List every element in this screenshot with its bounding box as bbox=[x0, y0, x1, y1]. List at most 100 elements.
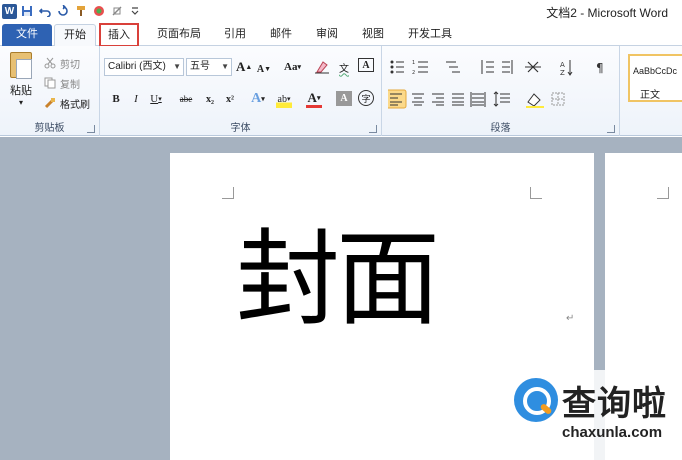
font-color-button[interactable]: A ▾ bbox=[306, 90, 322, 108]
increase-indent-icon[interactable] bbox=[502, 60, 513, 74]
clipboard-launcher-icon[interactable] bbox=[87, 125, 95, 133]
italic-icon: I bbox=[134, 93, 138, 105]
format-painter-button[interactable]: 格式刷 bbox=[44, 94, 90, 112]
grow-font-button[interactable]: A ▲ bbox=[236, 58, 252, 76]
char-border-icon: A bbox=[362, 59, 370, 71]
word-logo-icon[interactable]: W bbox=[2, 3, 17, 19]
char-shading-icon: A bbox=[340, 93, 348, 104]
superscript-icon: x² bbox=[226, 93, 234, 105]
svg-text:2: 2 bbox=[412, 70, 415, 76]
clipboard-group-label: 剪贴板 bbox=[34, 123, 65, 134]
align-left-icon[interactable] bbox=[388, 89, 407, 109]
align-right-icon[interactable] bbox=[432, 93, 444, 106]
customize-icon[interactable] bbox=[127, 3, 143, 19]
font-launcher-icon[interactable] bbox=[369, 125, 377, 133]
grow-font-icon: A bbox=[236, 59, 246, 74]
show-marks-icon[interactable]: ¶ bbox=[596, 61, 604, 75]
cut-button[interactable]: 剪切 bbox=[44, 54, 80, 72]
char-border-button[interactable]: A bbox=[358, 58, 374, 72]
chinese-layout-icon[interactable] bbox=[525, 61, 541, 73]
tab-review[interactable]: 审阅 bbox=[310, 24, 344, 46]
enclose-char-button[interactable]: 字 bbox=[358, 90, 374, 106]
paste-label: 粘贴 bbox=[10, 84, 32, 97]
borders-icon[interactable] bbox=[551, 92, 565, 106]
watermark-site: chaxunla.com bbox=[562, 424, 663, 441]
undo-icon[interactable] bbox=[37, 3, 53, 19]
paste-dropdown-icon[interactable]: ▾ bbox=[6, 98, 36, 107]
superscript-button[interactable]: x² bbox=[222, 90, 238, 108]
bold-button[interactable]: B bbox=[108, 90, 124, 108]
phonetic-guide-button[interactable]: 文 bbox=[336, 58, 352, 76]
clear-icon[interactable] bbox=[109, 3, 125, 19]
font-name-value: Calibri (西文) bbox=[108, 61, 166, 72]
enclose-char-icon: 字 bbox=[361, 94, 371, 105]
crop-mark bbox=[222, 187, 234, 199]
paragraph-mark: ↵ bbox=[566, 313, 575, 324]
clear-format-button[interactable] bbox=[314, 58, 330, 76]
bold-icon: B bbox=[112, 93, 120, 105]
justify-icon[interactable] bbox=[452, 93, 464, 106]
quick-access-toolbar: W bbox=[2, 2, 143, 20]
bullets-icon[interactable] bbox=[390, 60, 405, 74]
chevron-down-icon: ▼ bbox=[173, 62, 181, 71]
save-icon[interactable] bbox=[19, 3, 35, 19]
paragraph-group-label: 段落 bbox=[490, 123, 511, 134]
tab-home[interactable]: 开始 bbox=[54, 24, 96, 46]
paste-icon bbox=[10, 52, 32, 79]
tab-insert[interactable]: 插入 bbox=[99, 23, 139, 47]
tab-page-layout[interactable]: 页面布局 bbox=[150, 24, 208, 46]
text-effects-button[interactable]: A ▾ bbox=[250, 90, 266, 108]
scissors-icon bbox=[44, 57, 56, 69]
line-spacing-icon[interactable] bbox=[493, 91, 510, 107]
strikethrough-icon: abe bbox=[179, 94, 193, 104]
font-size-combo[interactable]: 五号 ▼ bbox=[186, 58, 232, 76]
paste-button[interactable]: 粘贴 ▾ bbox=[6, 52, 36, 107]
numbering-icon[interactable]: 12 bbox=[412, 60, 428, 76]
color-icon[interactable] bbox=[91, 3, 107, 19]
format-painter-icon[interactable] bbox=[73, 3, 89, 19]
copy-button[interactable]: 复制 bbox=[44, 74, 80, 92]
shading-icon[interactable] bbox=[526, 93, 544, 108]
italic-button[interactable]: I bbox=[128, 90, 144, 108]
underline-button[interactable]: U ▾ bbox=[148, 90, 164, 108]
svg-text:¶: ¶ bbox=[596, 61, 604, 75]
cut-label: 剪切 bbox=[60, 59, 80, 71]
highlight-icon: ab bbox=[277, 93, 287, 105]
style-normal[interactable]: AaBbCcDc 正文 bbox=[628, 54, 682, 102]
subscript-icon: x₂ bbox=[206, 93, 214, 105]
copy-icon bbox=[44, 77, 56, 89]
highlight-button[interactable]: ab ▾ bbox=[276, 90, 292, 108]
ribbon: 粘贴 ▾ 剪切 复制 格式刷 剪贴板 Calibri (西文) ▼ 五号 ▼ A… bbox=[0, 46, 682, 136]
font-name-combo[interactable]: Calibri (西文) ▼ bbox=[104, 58, 184, 76]
sort-icon[interactable]: AZ bbox=[560, 60, 573, 77]
tab-references[interactable]: 引用 bbox=[218, 24, 252, 46]
shrink-font-button[interactable]: A ▼ bbox=[256, 60, 272, 78]
paragraph-launcher-icon[interactable] bbox=[607, 125, 615, 133]
svg-text:Z: Z bbox=[560, 69, 565, 77]
tab-view[interactable]: 视图 bbox=[356, 24, 390, 46]
document-text[interactable]: 封面 bbox=[236, 219, 440, 339]
tab-mailings[interactable]: 邮件 bbox=[264, 24, 298, 46]
underline-icon: U bbox=[150, 93, 159, 105]
tab-file[interactable]: 文件 bbox=[2, 24, 52, 46]
paragraph-tools: 12 AZ ¶ bbox=[388, 60, 604, 109]
brush-icon bbox=[44, 97, 56, 109]
distribute-icon[interactable] bbox=[470, 92, 486, 107]
char-shading-button[interactable]: A bbox=[336, 91, 352, 106]
svg-text:1: 1 bbox=[412, 60, 415, 66]
crop-mark bbox=[657, 187, 669, 199]
redo-icon[interactable] bbox=[55, 3, 71, 19]
tab-developer[interactable]: 开发工具 bbox=[404, 24, 456, 46]
clipboard-group: 粘贴 ▾ 剪切 复制 格式刷 剪贴板 bbox=[0, 46, 100, 136]
change-case-button[interactable]: Aa ▾ bbox=[284, 58, 301, 76]
shrink-font-icon: A bbox=[256, 63, 265, 75]
align-center-icon[interactable] bbox=[412, 93, 424, 106]
watermark-title: 查询啦 bbox=[562, 384, 667, 424]
copy-label: 复制 bbox=[60, 79, 80, 91]
subscript-button[interactable]: x₂ bbox=[202, 90, 218, 108]
strikethrough-button[interactable]: abe bbox=[178, 90, 194, 108]
watermark: 查询啦 chaxunla.com bbox=[504, 370, 682, 460]
multilevel-list-icon[interactable] bbox=[446, 61, 460, 73]
clear-format-icon bbox=[315, 61, 329, 74]
decrease-indent-icon[interactable] bbox=[481, 60, 494, 74]
